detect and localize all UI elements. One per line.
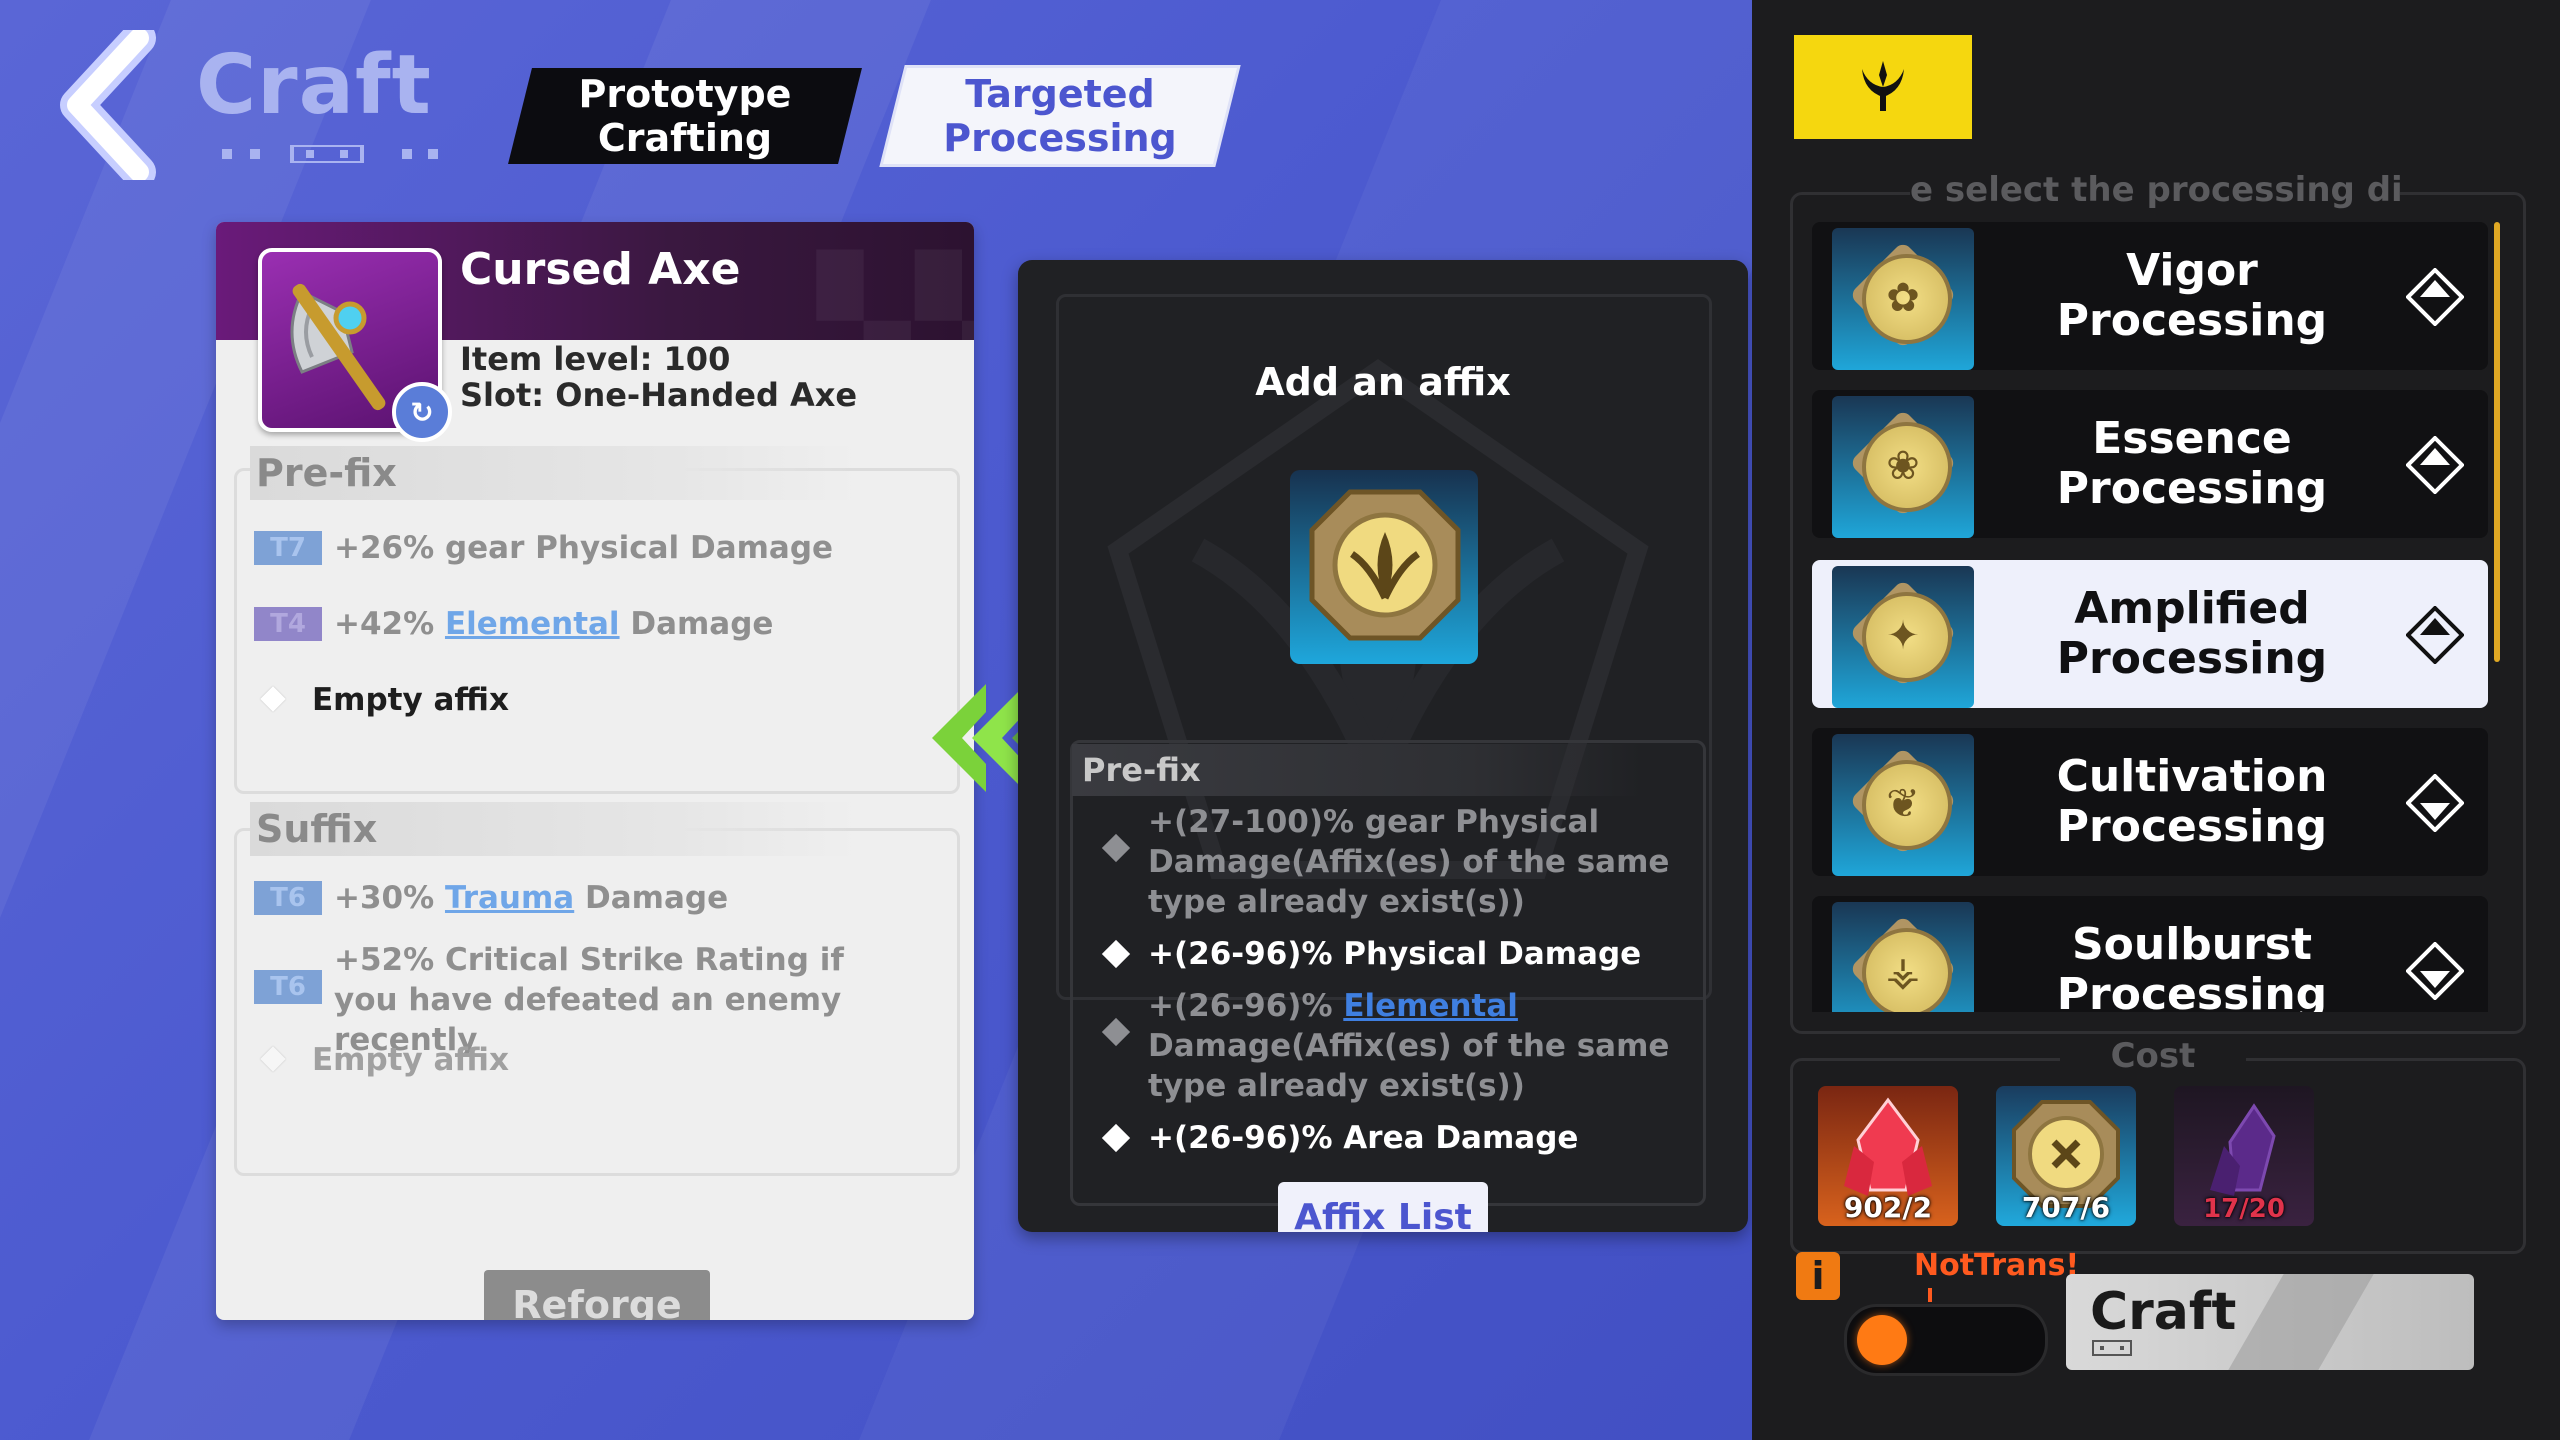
processing-option-essence[interactable]: ❀ Essence Processing bbox=[1812, 390, 2488, 538]
cost-quantity: 902/2 bbox=[1843, 1191, 1933, 1224]
diamond-icon bbox=[260, 1045, 286, 1072]
diamond-icon bbox=[1101, 939, 1131, 969]
back-arrow-icon[interactable] bbox=[55, 30, 175, 180]
affix-panel: Add an affix Pre-fix +(27-100)% gear Phy… bbox=[1018, 260, 1748, 1232]
soulburst-icon: ⚶ bbox=[1832, 902, 1974, 1012]
tab-targeted-processing[interactable]: Targeted Processing bbox=[883, 68, 1237, 164]
affix-option[interactable]: +(26-96)% Elemental Damage(Affix(es) of … bbox=[1084, 986, 1684, 1106]
diamond-down-icon bbox=[2406, 774, 2464, 832]
cost-quantity: 17/20 bbox=[2203, 1194, 2285, 1224]
processing-option-label: Essence Processing bbox=[2056, 413, 2328, 514]
cultivation-icon: ❦ bbox=[1832, 734, 1974, 876]
trident-emblem-icon bbox=[1862, 61, 1904, 111]
affix-option-text-wrap: +(26-96)% Elemental Damage(Affix(es) of … bbox=[1148, 986, 1684, 1106]
affix-option-text: +(26-96)% Physical Damage bbox=[1148, 936, 1642, 972]
craft-button-label: Craft bbox=[2090, 1282, 2237, 1342]
affix-text: Empty affix bbox=[312, 682, 509, 718]
prefix-affix[interactable]: T7 +26% gear Physical Damage bbox=[254, 528, 914, 568]
affix-text: Empty affix bbox=[312, 1042, 509, 1078]
page-title: Craft bbox=[196, 38, 432, 133]
tier-badge: T7 bbox=[254, 530, 322, 565]
processing-option-label: Amplified Processing bbox=[2056, 583, 2328, 684]
suffix-title: Suffix bbox=[250, 802, 856, 856]
toggle-knob bbox=[1857, 1315, 1907, 1365]
processing-option-soulburst[interactable]: ⚶ Soulburst Processing bbox=[1812, 896, 2488, 1012]
affix-link[interactable]: Elemental bbox=[445, 606, 620, 642]
affix-option-text: +(26-96)% bbox=[1148, 988, 1344, 1024]
processing-option-label: Vigor Processing bbox=[2056, 245, 2328, 346]
diamond-icon bbox=[1101, 833, 1131, 863]
tier-badge: T6 bbox=[254, 880, 322, 915]
diamond-icon bbox=[260, 685, 286, 712]
cost-title: Cost bbox=[2060, 1036, 2246, 1076]
processing-option-label: Soulburst Processing bbox=[2056, 919, 2328, 1013]
processing-option-amplified[interactable]: ✦ Amplified Processing bbox=[1812, 560, 2488, 708]
affix-text: Damage bbox=[574, 880, 729, 916]
affix-option[interactable]: +(26-96)% Physical Damage bbox=[1084, 934, 1684, 974]
add-affix-title: Add an affix bbox=[1255, 360, 1511, 404]
item-panel: ▚▚ ↻ Cursed Axe Item level: 100 Slot: On… bbox=[216, 222, 974, 1320]
cost-quantity: 707/6 bbox=[2021, 1191, 2111, 1224]
button-stripe bbox=[2228, 1274, 2374, 1370]
affix-link[interactable]: Elemental bbox=[1343, 988, 1518, 1024]
affix-option-text: Damage(Affix(es) of the same type alread… bbox=[1148, 1028, 1670, 1104]
diamond-icon bbox=[1101, 1123, 1131, 1153]
processing-token-icon[interactable]: 707/6 bbox=[1996, 1086, 2136, 1226]
affix-list-title: Pre-fix bbox=[1072, 744, 1642, 796]
empty-affix[interactable]: Empty affix bbox=[238, 680, 898, 720]
diamond-down-icon bbox=[2406, 942, 2464, 1000]
diamond-icon bbox=[1101, 1017, 1131, 1047]
tab-label: Prototype Crafting bbox=[578, 72, 792, 160]
essence-icon: ❀ bbox=[1832, 396, 1974, 538]
affix-text: +26% gear Physical Damage bbox=[334, 530, 834, 566]
affix-option[interactable]: +(27-100)% gear Physical Damage(Affix(es… bbox=[1084, 802, 1684, 922]
affix-list-button[interactable]: Affix List bbox=[1278, 1182, 1488, 1232]
purple-crystal-icon[interactable]: 17/20 bbox=[2174, 1086, 2314, 1226]
button-decoration bbox=[2092, 1340, 2132, 1356]
diamond-up-icon bbox=[2406, 436, 2464, 494]
processing-option-cultivation[interactable]: ❦ Cultivation Processing bbox=[1812, 728, 2488, 876]
affix-link[interactable]: Trauma bbox=[445, 880, 574, 916]
warning-mark bbox=[1928, 1288, 1932, 1302]
red-crystal-icon[interactable]: 902/2 bbox=[1818, 1086, 1958, 1226]
prefix-title: Pre-fix bbox=[250, 446, 856, 500]
vigor-icon: ✿ bbox=[1832, 228, 1974, 370]
title-decoration bbox=[222, 145, 438, 163]
prefix-affix[interactable]: T4 +42% Elemental Damage bbox=[254, 604, 914, 644]
affix-slot-icon[interactable] bbox=[1290, 470, 1478, 664]
amplified-icon: ✦ bbox=[1832, 566, 1974, 708]
tab-label: Targeted Processing bbox=[943, 72, 1177, 160]
affix-text: +42% bbox=[334, 606, 445, 642]
processing-hint: e select the processing dire bbox=[1910, 170, 2400, 214]
empty-affix[interactable]: Empty affix bbox=[238, 1040, 898, 1080]
diamond-up-icon bbox=[2406, 606, 2464, 664]
emblem-button[interactable] bbox=[1794, 35, 1972, 139]
tab-prototype-crafting[interactable]: Prototype Crafting bbox=[508, 68, 862, 164]
tier-badge: T6 bbox=[254, 970, 322, 1004]
tier-badge: T4 bbox=[254, 606, 322, 641]
info-icon[interactable]: i bbox=[1796, 1252, 1840, 1300]
diamond-up-icon bbox=[2406, 268, 2464, 326]
processing-scrollbar[interactable] bbox=[2494, 222, 2500, 662]
item-level: Item level: 100 bbox=[460, 340, 731, 378]
warning-text: NotTrans! bbox=[1914, 1248, 2080, 1283]
item-slot: Slot: One-Handed Axe bbox=[460, 376, 858, 414]
affix-text: Damage bbox=[619, 606, 774, 642]
affix-option-text: +(27-100)% gear Physical Damage(Affix(es… bbox=[1148, 804, 1670, 920]
auto-toggle[interactable] bbox=[1844, 1304, 2048, 1376]
affix-text: +30% bbox=[334, 880, 445, 916]
affix-option[interactable]: +(26-96)% Area Damage bbox=[1084, 1118, 1684, 1158]
processing-option-label: Cultivation Processing bbox=[2056, 751, 2328, 852]
suffix-affix[interactable]: T6 +30% Trauma Damage bbox=[254, 878, 914, 918]
processing-list: ✿ Vigor Processing ❀ Essence Processing … bbox=[1812, 222, 2488, 1012]
item-name: Cursed Axe bbox=[460, 244, 741, 295]
processing-option-vigor[interactable]: ✿ Vigor Processing bbox=[1812, 222, 2488, 370]
craft-button[interactable]: Craft bbox=[2066, 1274, 2474, 1370]
affix-option-text: +(26-96)% Area Damage bbox=[1148, 1120, 1579, 1156]
refresh-icon: ↻ bbox=[392, 382, 452, 442]
reforge-button[interactable]: Reforge bbox=[484, 1270, 710, 1320]
